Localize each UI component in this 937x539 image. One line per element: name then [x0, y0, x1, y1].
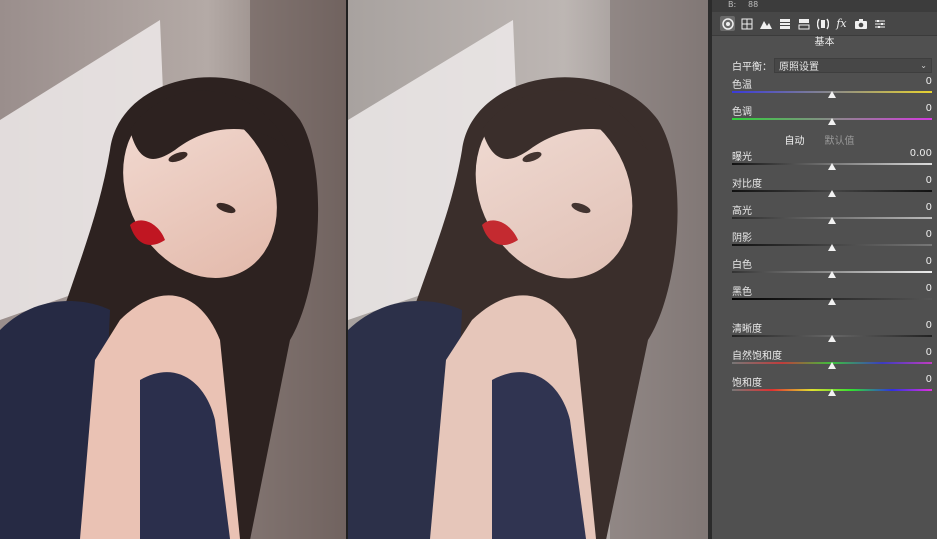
slider-label: 对比度: [732, 179, 762, 190]
slider-row: 清晰度 0: [732, 318, 932, 345]
camera-raw-panel: B: 88 fx 基本 白平衡： 原照设置 ⌄ 色温 0 色调 0 自动 默认值…: [712, 0, 937, 539]
basic-aperture-icon[interactable]: [720, 16, 735, 31]
slider-label: 曝光: [732, 152, 752, 163]
white-balance-row: 白平衡： 原照设置 ⌄: [732, 56, 937, 74]
auto-default-row: 自动 默认值: [712, 132, 937, 147]
portrait-before-image: [0, 0, 346, 539]
temperature-sliders: 色温 0 色调 0: [712, 74, 937, 128]
slider-label: 自然饱和度: [732, 351, 782, 362]
slider-value[interactable]: 0: [926, 76, 932, 87]
white-balance-label: 白平衡：: [732, 61, 772, 73]
slider-label: 色调: [732, 107, 752, 118]
tone-sliders: 曝光 0.00 对比度 0 高光 0 阴影 0 白色 0 黑色 0: [712, 146, 937, 308]
slider-value[interactable]: 0.00: [910, 148, 932, 159]
slider-thumb[interactable]: [828, 389, 836, 396]
chevron-down-icon: ⌄: [920, 60, 927, 70]
slider-label: 高光: [732, 206, 752, 217]
slider-label: 白色: [732, 260, 752, 271]
slider-value[interactable]: 0: [926, 320, 932, 331]
fx-icon[interactable]: fx: [834, 16, 849, 31]
slider-thumb[interactable]: [828, 271, 836, 278]
slider-label: 清晰度: [732, 324, 762, 335]
detail-mountain-icon[interactable]: [758, 16, 773, 31]
slider-label: 饱和度: [732, 378, 762, 389]
slider-row: 曝光 0.00: [732, 146, 932, 173]
slider-value[interactable]: 0: [926, 103, 932, 114]
slider-row: 对比度 0: [732, 173, 932, 200]
slider-value[interactable]: 0: [926, 202, 932, 213]
presence-sliders: 清晰度 0 自然饱和度 0 饱和度 0: [712, 318, 937, 399]
slider-label: 黑色: [732, 287, 752, 298]
slider-thumb[interactable]: [828, 335, 836, 342]
default-button[interactable]: 默认值: [825, 132, 855, 147]
slider-value[interactable]: 0: [926, 229, 932, 240]
panel-toolbar: fx: [712, 12, 937, 36]
white-balance-select[interactable]: 原照设置 ⌄: [774, 57, 932, 73]
slider-thumb[interactable]: [828, 244, 836, 251]
slider-value[interactable]: 0: [926, 374, 932, 385]
slider-row: 黑色 0: [732, 281, 932, 308]
photo-before: [0, 0, 346, 539]
portrait-after-image: [348, 0, 708, 539]
top-mark-88: 88: [748, 0, 759, 9]
panel-top-strip: B: 88: [712, 0, 937, 12]
white-balance-value: 原照设置: [779, 61, 819, 73]
slider-row: 白色 0: [732, 254, 932, 281]
slider-row: 饱和度 0: [732, 372, 932, 399]
tone-curve-grid-icon[interactable]: [739, 16, 754, 31]
slider-row: 阴影 0: [732, 227, 932, 254]
slider-row: 色调 0: [732, 101, 932, 128]
slider-thumb[interactable]: [828, 163, 836, 170]
slider-value[interactable]: 0: [926, 347, 932, 358]
slider-value[interactable]: 0: [926, 256, 932, 267]
slider-thumb[interactable]: [828, 190, 836, 197]
slider-row: 自然饱和度 0: [732, 345, 932, 372]
section-title: 基本: [814, 37, 835, 48]
top-mark-b: B:: [728, 0, 737, 9]
slider-row: 高光 0: [732, 200, 932, 227]
slider-thumb[interactable]: [828, 217, 836, 224]
auto-button[interactable]: 自动: [785, 132, 805, 147]
slider-thumb[interactable]: [828, 298, 836, 305]
slider-value[interactable]: 0: [926, 283, 932, 294]
camera-calibration-icon[interactable]: [853, 16, 868, 31]
lens-corrections-icon[interactable]: [815, 16, 830, 31]
slider-value[interactable]: 0: [926, 175, 932, 186]
slider-thumb[interactable]: [828, 362, 836, 369]
slider-row: 色温 0: [732, 74, 932, 101]
slider-label: 阴影: [732, 233, 752, 244]
split-toning-icon[interactable]: [796, 16, 811, 31]
hsl-icon[interactable]: [777, 16, 792, 31]
slider-thumb[interactable]: [828, 118, 836, 125]
slider-thumb[interactable]: [828, 91, 836, 98]
presets-sliders-icon[interactable]: [872, 16, 887, 31]
slider-label: 色温: [732, 80, 752, 91]
photo-after: [348, 0, 708, 539]
